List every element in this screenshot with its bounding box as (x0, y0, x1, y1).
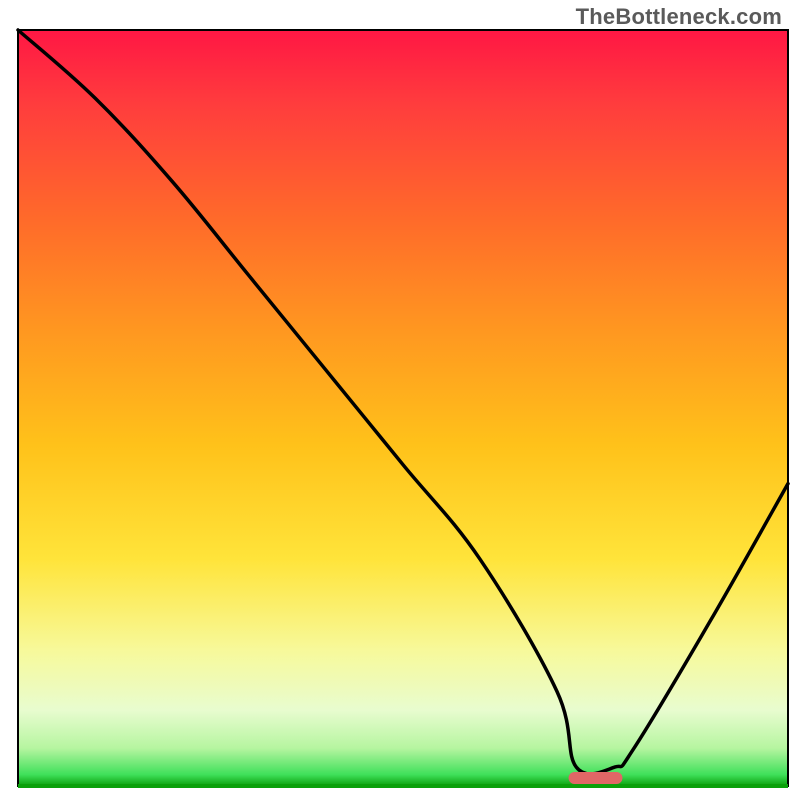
plot-area (18, 30, 788, 786)
optimal-marker (569, 772, 623, 784)
chart-root: { "watermark": "TheBottleneck.com", "cha… (0, 0, 800, 800)
bottleneck-chart (0, 0, 800, 800)
